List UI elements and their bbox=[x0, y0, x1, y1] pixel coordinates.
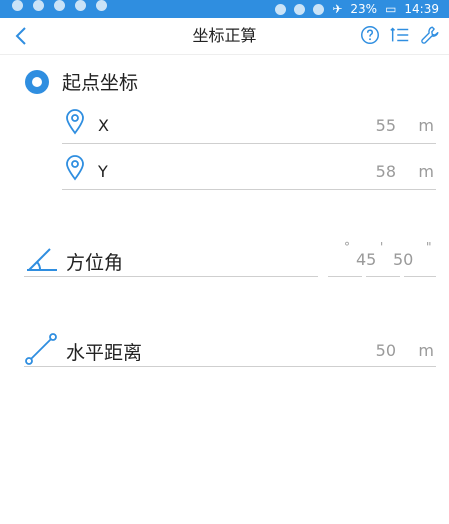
radio-selected-icon[interactable] bbox=[24, 69, 50, 95]
distance-unit: m bbox=[418, 341, 434, 360]
azimuth-row: 方位角 ° 45 ' 50 " bbox=[24, 240, 436, 276]
degree-symbol: ° bbox=[344, 240, 350, 254]
azimuth-underline bbox=[24, 276, 318, 277]
degrees-underline bbox=[328, 276, 362, 277]
minutes-underline bbox=[366, 276, 400, 277]
notification-icon bbox=[33, 0, 44, 11]
battery-icon: ▭ bbox=[385, 2, 397, 16]
second-symbol: " bbox=[426, 240, 432, 254]
x-field-underline bbox=[62, 143, 436, 144]
y-label: Y bbox=[98, 162, 108, 181]
y-field[interactable]: Y 58 m bbox=[62, 155, 436, 187]
distance-label: 水平距离 bbox=[66, 342, 143, 364]
y-value: 58 bbox=[375, 162, 396, 181]
x-label: X bbox=[98, 116, 109, 135]
battery-level: 23% bbox=[350, 2, 378, 16]
azimuth-minutes-input[interactable]: 50 bbox=[393, 250, 413, 269]
list-icon[interactable] bbox=[389, 24, 411, 46]
status-bar: ✈ 23% ▭ 14:39 bbox=[0, 0, 449, 18]
wifi-icon bbox=[313, 3, 325, 15]
seconds-underline bbox=[404, 276, 436, 277]
status-left-icons bbox=[12, 0, 107, 11]
clock: 14:39 bbox=[404, 2, 439, 16]
notification-icon bbox=[54, 0, 65, 11]
nav-actions bbox=[359, 24, 441, 46]
status-right: ✈ 23% ▭ 14:39 bbox=[275, 0, 439, 18]
notification-icon bbox=[96, 0, 107, 11]
start-point-title: 起点坐标 bbox=[62, 72, 139, 94]
start-point-header: 起点坐标 bbox=[24, 68, 138, 95]
distance-value[interactable]: 50 bbox=[376, 341, 396, 360]
notification-icon bbox=[12, 0, 23, 11]
azimuth-degrees-input[interactable]: 45 bbox=[356, 250, 376, 269]
nav-bar: 坐标正算 bbox=[0, 18, 449, 55]
x-unit: m bbox=[418, 116, 434, 135]
lock-icon bbox=[294, 3, 306, 15]
help-icon[interactable] bbox=[359, 24, 381, 46]
airplane-icon: ✈ bbox=[332, 2, 343, 16]
angle-icon bbox=[27, 248, 57, 271]
y-unit: m bbox=[418, 162, 434, 181]
azimuth-label: 方位角 bbox=[66, 252, 124, 274]
distance-underline bbox=[24, 366, 436, 367]
minute-symbol: ' bbox=[380, 240, 384, 254]
y-field-underline bbox=[62, 189, 436, 190]
location-pin-icon bbox=[66, 109, 84, 135]
vibrate-icon bbox=[275, 3, 287, 15]
x-value: 55 bbox=[375, 116, 396, 135]
wrench-icon[interactable] bbox=[419, 24, 441, 46]
x-field[interactable]: X 55 m bbox=[62, 109, 436, 141]
notification-icon bbox=[75, 0, 86, 11]
distance-row[interactable]: 水平距离 50 m bbox=[24, 332, 436, 366]
distance-icon bbox=[25, 333, 57, 365]
location-pin-icon bbox=[66, 155, 84, 181]
